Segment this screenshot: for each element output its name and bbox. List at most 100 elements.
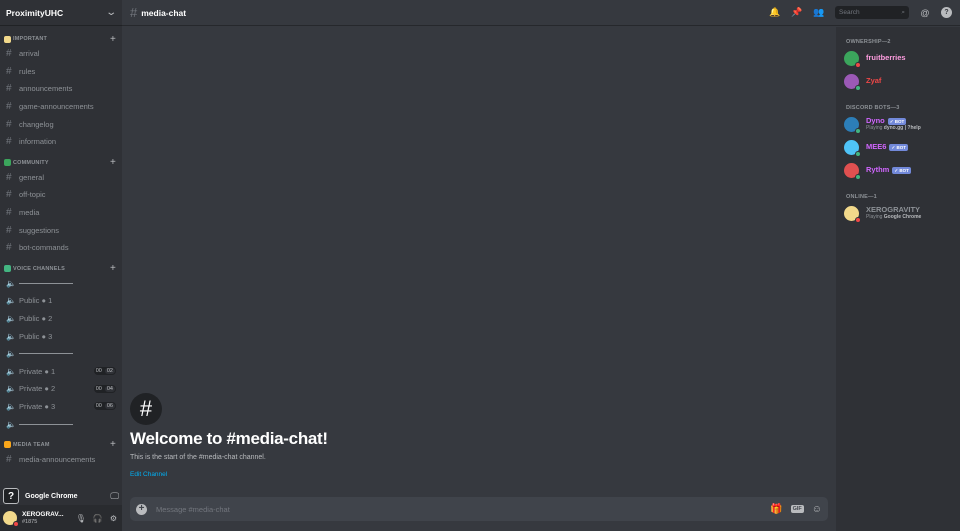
category-header[interactable]: MEDIA TEAM +: [0, 439, 122, 451]
voice-channel[interactable]: 🔈: [0, 275, 122, 293]
username: XEROGRAV...: [22, 511, 64, 519]
status-icon: [855, 151, 861, 157]
member-activity: Playing dyno.gg | ?help: [866, 124, 921, 132]
status-icon: [855, 217, 861, 223]
activity-name: Google Chrome: [25, 492, 78, 500]
member-list: OWNERSHIP—2 fruitberries Zyaf DISCORD BOTS—…: [836, 27, 960, 531]
member-item[interactable]: fruitberries: [844, 47, 960, 70]
member-group-label: ONLINE—1: [846, 194, 877, 200]
add-channel-icon[interactable]: +: [110, 157, 116, 168]
text-channel[interactable]: # off-topic: [0, 186, 122, 204]
voice-channel-name: Private ● 1: [19, 366, 56, 376]
hash-icon: #: [6, 48, 12, 60]
game-icon: ?: [3, 488, 19, 504]
text-channel[interactable]: # suggestions: [0, 221, 122, 239]
text-channel[interactable]: # announcements: [0, 80, 122, 98]
add-channel-icon[interactable]: +: [110, 439, 116, 450]
category-header[interactable]: COMMUNITY +: [0, 157, 122, 169]
text-channel[interactable]: # changelog: [0, 115, 122, 133]
text-channel[interactable]: # general: [0, 169, 122, 187]
member-item[interactable]: XEROGRAVITY Playing Google Chrome: [844, 202, 960, 225]
voice-channel-name: Public ● 3: [19, 331, 53, 341]
emoji-icon[interactable]: ☺: [812, 504, 822, 515]
microphone-icon[interactable]: 🎙: [76, 514, 86, 523]
activity-panel: ? Google Chrome 🖵: [0, 487, 122, 505]
status-icon: [855, 174, 861, 180]
voice-channel[interactable]: 🔈 Public ● 3: [0, 327, 122, 345]
chevron-down-icon[interactable]: ⌄: [105, 7, 117, 18]
user-info[interactable]: XEROGRAV... #1875: [22, 511, 76, 524]
message-input[interactable]: [156, 504, 771, 514]
hash-icon: #: [6, 189, 12, 201]
bot-badge: ✓ BOT: [889, 143, 908, 152]
hash-icon: #: [6, 83, 12, 95]
voice-channel-name: Public ● 2: [19, 314, 53, 324]
hash-icon: #: [6, 101, 12, 113]
server-header[interactable]: ProximityUHC ⌄: [0, 0, 122, 26]
text-channel[interactable]: # information: [0, 133, 122, 151]
upload-plus-icon[interactable]: +: [136, 503, 147, 515]
text-channel[interactable]: # media: [0, 204, 122, 222]
text-channel[interactable]: # game-announcements: [0, 98, 122, 116]
category-label: COMMUNITY: [13, 159, 49, 166]
screen-share-icon[interactable]: 🖵: [110, 491, 119, 502]
hash-icon: #: [6, 171, 12, 183]
voice-channel[interactable]: 🔈 Public ● 1: [0, 292, 122, 310]
category-header[interactable]: VOICE CHANNELS +: [0, 263, 122, 275]
members-icon[interactable]: 👥: [813, 7, 825, 19]
member-item[interactable]: Rythm ✓ BOT: [844, 159, 960, 182]
activity-prefix: Playing: [866, 124, 884, 131]
voice-channel[interactable]: 🔈: [0, 415, 122, 433]
channel-name: information: [19, 137, 57, 147]
voice-channel[interactable]: 🔈 Private ● 3 00 06: [0, 398, 122, 416]
user-count: 00: [95, 368, 102, 375]
status-icon: [855, 85, 861, 91]
activity-prefix: Playing: [866, 213, 884, 220]
speaker-icon: 🔈: [6, 278, 16, 288]
voice-channel[interactable]: 🔈 Private ● 2 00 04: [0, 380, 122, 398]
member-item[interactable]: Zyaf: [844, 70, 960, 93]
category-header[interactable]: IMPORTANT +: [0, 33, 122, 45]
channel-name: bot-commands: [19, 243, 69, 253]
voice-channel[interactable]: 🔈 Private ● 1 00 02: [0, 363, 122, 381]
member-item[interactable]: MEE6 ✓ BOT: [844, 136, 960, 159]
pin-icon[interactable]: 📌: [791, 7, 803, 19]
member-info: XEROGRAVITY Playing Google Chrome: [866, 206, 921, 220]
hash-icon: #: [6, 207, 12, 219]
voice-channel-name: Private ● 3: [19, 401, 56, 411]
member-item[interactable]: Dyno ✓ BOT Playing dyno.gg | ?help: [844, 113, 960, 136]
gif-icon[interactable]: GIF: [790, 505, 804, 513]
user-count: 00: [95, 403, 102, 410]
bell-icon[interactable]: 🔔: [769, 7, 781, 19]
edit-channel-link[interactable]: Edit Channel: [130, 471, 167, 478]
add-channel-icon[interactable]: +: [110, 34, 116, 45]
status-icon: [855, 128, 861, 134]
text-channel[interactable]: # arrival: [0, 45, 122, 63]
category-label: IMPORTANT: [13, 36, 48, 42]
voice-channel[interactable]: 🔈: [0, 345, 122, 363]
search-input[interactable]: Search ⌕: [835, 6, 909, 19]
channel-title: media-chat: [141, 7, 187, 18]
category-emoji-icon: [4, 159, 11, 167]
headphones-icon[interactable]: 🎧: [93, 514, 103, 523]
speaker-icon: 🔈: [6, 384, 16, 394]
member-group-label: DISCORD BOTS—3: [846, 105, 900, 111]
category-emoji-icon: [4, 265, 11, 273]
voice-channel[interactable]: 🔈 Public ● 2: [0, 310, 122, 328]
gift-icon[interactable]: 🎁: [770, 504, 782, 515]
help-icon[interactable]: ?: [941, 7, 952, 18]
add-channel-icon[interactable]: +: [110, 263, 116, 274]
channel-name: general: [19, 172, 45, 182]
search-placeholder: Search: [839, 9, 860, 16]
hash-icon: #: [6, 118, 12, 130]
text-channel[interactable]: # bot-commands: [0, 239, 122, 257]
gear-icon[interactable]: ⚙: [110, 514, 117, 523]
mention-icon[interactable]: @: [919, 7, 931, 19]
voice-channel-name: Public ● 1: [19, 296, 53, 306]
text-channel[interactable]: # rules: [0, 63, 122, 81]
activity-game: dyno.gg | ?help: [883, 124, 921, 131]
text-channel[interactable]: # media-announcements: [0, 451, 122, 469]
avatar[interactable]: [3, 511, 19, 527]
avatar: [844, 140, 861, 157]
chat-area: # Welcome to #media-chat! This is the st…: [122, 27, 836, 531]
